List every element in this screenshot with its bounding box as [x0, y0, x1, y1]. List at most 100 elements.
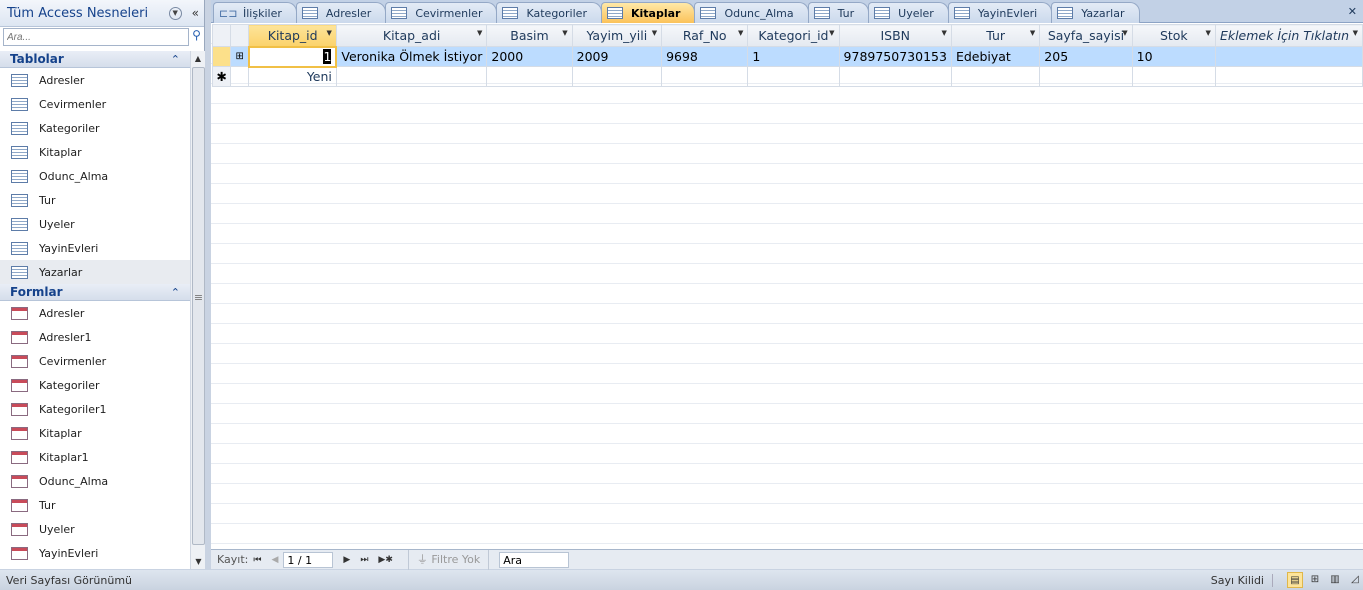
- nav-item-tur[interactable]: Tur: [0, 493, 190, 517]
- nav-scrollbar[interactable]: ▲ ≡ ▼: [190, 51, 205, 569]
- nav-item-adresler1[interactable]: Adresler1: [0, 325, 190, 349]
- new-record-cell[interactable]: [1131, 66, 1216, 87]
- cell-tur[interactable]: Edebiyat: [950, 46, 1041, 67]
- new-record-cell[interactable]: [486, 66, 573, 87]
- nav-pane-header[interactable]: Tüm Access Nesneleri ▼ «: [0, 0, 204, 27]
- nav-item-cevirmenler[interactable]: Cevirmenler: [0, 92, 190, 116]
- new-record-cell[interactable]: [950, 66, 1041, 87]
- column-header-basim[interactable]: Basim ▼: [486, 24, 573, 47]
- nav-item-uyeler[interactable]: Uyeler: [0, 212, 190, 236]
- expand-subdatasheet-icon[interactable]: ⊞: [230, 46, 250, 67]
- new-record-icon[interactable]: ▶✱: [378, 555, 392, 565]
- nav-search-input[interactable]: [3, 28, 189, 46]
- cell-yayim_yili[interactable]: 2009: [571, 46, 663, 67]
- add-column-header[interactable]: Eklemek İçin Tıklatın ▼: [1214, 24, 1363, 47]
- nav-item-yayinevleri[interactable]: YayinEvleri: [0, 236, 190, 260]
- cell-sayfa_sayisi[interactable]: 205: [1039, 46, 1133, 67]
- nav-item-yazarlar[interactable]: Yazarlar: [0, 260, 190, 284]
- first-record-icon[interactable]: ⏮: [253, 555, 261, 565]
- column-dropdown-icon[interactable]: ▼: [652, 29, 657, 37]
- filter-status-button[interactable]: ⏚ Filtre Yok: [407, 549, 490, 570]
- nav-item-adresler[interactable]: Adresler: [0, 68, 190, 92]
- nav-item-kitaplar[interactable]: Kitaplar: [0, 140, 190, 164]
- cell-kategori_id[interactable]: 1: [747, 46, 840, 67]
- nav-item-uyeler[interactable]: Uyeler: [0, 517, 190, 541]
- row-selector[interactable]: [211, 46, 232, 67]
- search-field[interactable]: Ara: [499, 551, 570, 568]
- cell-kitap_id[interactable]: 1: [247, 45, 338, 68]
- nav-item-kategoriler[interactable]: Kategoriler: [0, 116, 190, 140]
- tab-cevirmenler[interactable]: Cevirmenler: [385, 2, 498, 23]
- new-record-cell[interactable]: [335, 66, 488, 87]
- cell-isbn[interactable]: 9789750730153: [838, 46, 952, 67]
- cell-raf_no[interactable]: 9698: [661, 46, 749, 67]
- cell-basim[interactable]: 2000: [486, 46, 573, 67]
- column-header-stok[interactable]: Stok ▼: [1131, 24, 1216, 47]
- nav-group-header[interactable]: Tablolar ⌃: [0, 51, 190, 68]
- nav-menu-dropdown-icon[interactable]: ▼: [168, 6, 182, 20]
- new-record-cell[interactable]: [1039, 66, 1133, 87]
- column-dropdown-icon[interactable]: ▼: [562, 29, 567, 37]
- design-view-icon[interactable]: ◿: [1347, 572, 1363, 588]
- tab-i̇lişkiler[interactable]: ⊏⊐ İlişkiler: [213, 2, 297, 23]
- current-record-field[interactable]: 1 / 1: [283, 551, 334, 568]
- cell-kitap_adi[interactable]: Veronika Ölmek İstiyor: [335, 46, 488, 67]
- nav-item-kitaplar[interactable]: Kitaplar: [0, 421, 190, 445]
- new-record-cell[interactable]: [747, 66, 840, 87]
- next-record-icon[interactable]: ▶: [343, 555, 350, 565]
- column-header-kitap_adi[interactable]: Kitap_adi ▼: [335, 24, 488, 47]
- tab-adresler[interactable]: Adresler: [295, 2, 387, 23]
- tab-tur[interactable]: Tur: [807, 2, 870, 23]
- column-header-yayim_yili[interactable]: Yayim_yili ▼: [571, 24, 663, 47]
- nav-item-kategoriler1[interactable]: Kategoriler1: [0, 397, 190, 421]
- nav-item-kitaplar1[interactable]: Kitaplar1: [0, 445, 190, 469]
- pivot-table-view-icon[interactable]: ⊞: [1307, 572, 1323, 588]
- column-dropdown-icon[interactable]: ▼: [829, 29, 834, 37]
- column-header-kitap_id[interactable]: Kitap_id ▼: [248, 24, 337, 47]
- new-record-cell[interactable]: [838, 66, 952, 87]
- column-dropdown-icon[interactable]: ▼: [738, 29, 743, 37]
- column-dropdown-icon[interactable]: ▼: [1353, 29, 1358, 37]
- select-all-corner[interactable]: [211, 24, 232, 47]
- collapse-group-icon[interactable]: ⌃: [171, 53, 180, 66]
- column-dropdown-icon[interactable]: ▼: [1030, 29, 1035, 37]
- scroll-up-icon[interactable]: ▲: [191, 51, 205, 66]
- new-record-cell[interactable]: [661, 66, 749, 87]
- column-dropdown-icon[interactable]: ▼: [327, 29, 332, 37]
- datasheet-view-icon[interactable]: ▤: [1287, 572, 1303, 588]
- nav-item-odunc_alma[interactable]: Odunc_Alma: [0, 469, 190, 493]
- close-tab-icon[interactable]: ✕: [1348, 5, 1357, 18]
- tab-yazarlar[interactable]: Yazarlar: [1051, 2, 1140, 23]
- cell-stok[interactable]: 10: [1131, 46, 1216, 67]
- scroll-thumb[interactable]: ≡: [192, 67, 205, 545]
- column-header-sayfa_sayisi[interactable]: Sayfa_sayisi ▼: [1039, 24, 1133, 47]
- new-record-cell[interactable]: [1214, 66, 1363, 87]
- nav-item-kategoriler[interactable]: Kategoriler: [0, 373, 190, 397]
- nav-item-odunc_alma[interactable]: Odunc_Alma: [0, 164, 190, 188]
- column-dropdown-icon[interactable]: ▼: [1122, 29, 1127, 37]
- column-header-raf_no[interactable]: Raf_No ▼: [661, 24, 749, 47]
- tab-kitaplar[interactable]: Kitaplar: [600, 2, 696, 23]
- scroll-down-icon[interactable]: ▼: [191, 554, 206, 569]
- search-icon[interactable]: ⚲: [189, 28, 204, 46]
- nav-group-header[interactable]: Formlar ⌃: [0, 284, 190, 301]
- tab-kategoriler[interactable]: Kategoriler: [496, 2, 602, 23]
- tab-uyeler[interactable]: Uyeler: [868, 2, 949, 23]
- column-header-kategori_id[interactable]: Kategori_id ▼: [747, 24, 840, 47]
- nav-item-tur[interactable]: Tur: [0, 188, 190, 212]
- tab-odunc_alma[interactable]: Odunc_Alma: [694, 2, 809, 23]
- nav-item-cevirmenler[interactable]: Cevirmenler: [0, 349, 190, 373]
- column-header-isbn[interactable]: ISBN ▼: [838, 24, 952, 47]
- nav-item-adresler[interactable]: Adresler: [0, 301, 190, 325]
- last-record-icon[interactable]: ⏭: [360, 555, 368, 565]
- new-record-cell[interactable]: [571, 66, 663, 87]
- column-dropdown-icon[interactable]: ▼: [477, 29, 482, 37]
- column-header-tur[interactable]: Tur ▼: [950, 24, 1041, 47]
- collapse-nav-pane-icon[interactable]: «: [192, 6, 199, 20]
- tab-yayinevleri[interactable]: YayinEvleri: [947, 2, 1053, 23]
- nav-item-yayinevleri[interactable]: YayinEvleri: [0, 541, 190, 565]
- previous-record-icon[interactable]: ◀: [271, 555, 278, 565]
- pivot-chart-view-icon[interactable]: ▥: [1327, 572, 1343, 588]
- cell-empty[interactable]: [1214, 46, 1363, 67]
- column-dropdown-icon[interactable]: ▼: [1206, 29, 1211, 37]
